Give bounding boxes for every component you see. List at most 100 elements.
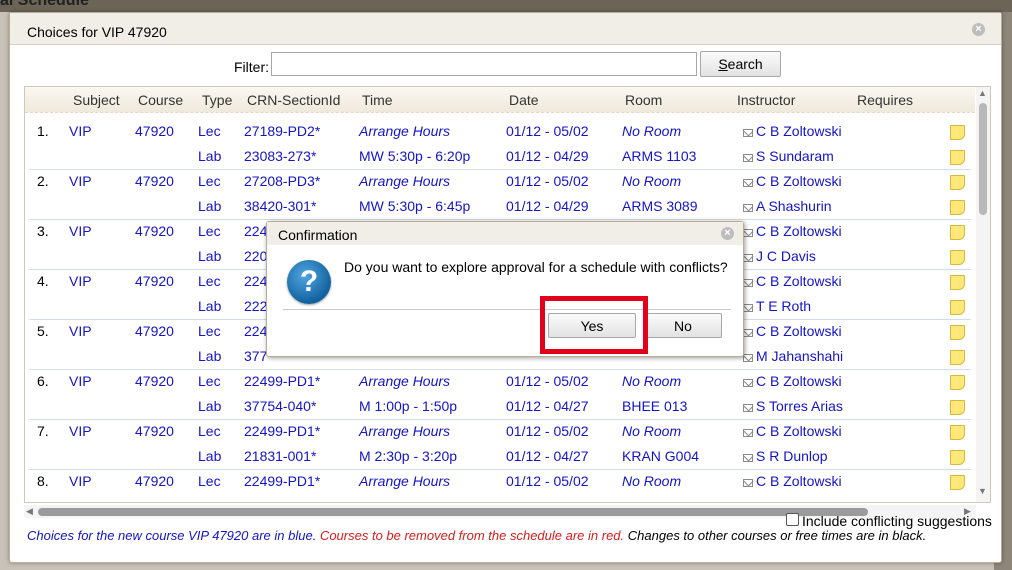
mail-icon[interactable]	[743, 179, 753, 187]
mail-icon[interactable]	[743, 429, 753, 437]
note-icon[interactable]	[950, 400, 965, 415]
confirmation-titlebar[interactable]: Confirmation ×	[267, 222, 743, 245]
cell-date: 01/12 - 05/02	[506, 123, 589, 139]
question-icon: ?	[287, 260, 331, 304]
background-page-bar	[0, 0, 1012, 12]
cell-date: 01/12 - 05/02	[506, 373, 589, 389]
cell-instructor: C B Zoltowski	[756, 223, 842, 239]
cell-subject: VIP	[69, 423, 92, 439]
mail-icon[interactable]	[743, 379, 753, 387]
cell-room: No Room	[622, 123, 682, 139]
cell-subject: VIP	[69, 473, 92, 489]
cell-type: Lab	[198, 448, 222, 464]
note-icon[interactable]	[950, 275, 965, 290]
note-icon[interactable]	[950, 175, 965, 190]
mail-icon[interactable]	[743, 354, 753, 362]
scroll-up-icon[interactable]: ▲	[978, 88, 987, 98]
mail-icon[interactable]	[743, 304, 753, 312]
search-button[interactable]: Search	[700, 51, 781, 77]
scroll-left-icon[interactable]: ◀	[26, 506, 33, 517]
cell-type: Lab	[198, 198, 222, 214]
horizontal-scroll-thumb[interactable]	[38, 508, 868, 516]
cell-type: Lab	[198, 348, 222, 364]
include-conflicting-checkbox[interactable]	[786, 513, 799, 526]
note-icon[interactable]	[950, 200, 965, 215]
cell-course: 47920	[135, 123, 174, 139]
mail-icon[interactable]	[743, 129, 753, 137]
cell-time: MW 5:30p - 6:45p	[359, 198, 471, 214]
choices-dialog-titlebar[interactable]: Choices for VIP 47920 ×	[10, 13, 1001, 45]
cell-time: M 2:30p - 3:20p	[359, 448, 458, 464]
cell-date: 01/12 - 04/27	[506, 448, 589, 464]
mail-icon[interactable]	[743, 154, 753, 162]
close-icon[interactable]: ×	[972, 23, 985, 36]
yes-button-highlight	[540, 296, 648, 354]
column-header[interactable]: Room	[625, 92, 662, 108]
column-header[interactable]: Course	[138, 92, 183, 108]
mail-icon[interactable]	[743, 329, 753, 337]
cell-subject: VIP	[69, 123, 92, 139]
cell-date: 01/12 - 04/27	[506, 398, 589, 414]
note-icon[interactable]	[950, 125, 965, 140]
vertical-scrollbar[interactable]: ▲ ▼	[976, 87, 990, 502]
cell-course: 47920	[135, 323, 174, 339]
mail-icon[interactable]	[743, 229, 753, 237]
filter-label: Filter:	[234, 59, 269, 75]
column-header[interactable]: Requires	[857, 92, 913, 108]
scroll-down-icon[interactable]: ▼	[978, 486, 987, 496]
cell-type: Lec	[198, 123, 221, 139]
column-header[interactable]: Time	[362, 92, 393, 108]
mail-icon[interactable]	[743, 279, 753, 287]
note-icon[interactable]	[950, 325, 965, 340]
cell-room: No Room	[622, 473, 682, 489]
cell-instructor: C B Zoltowski	[756, 123, 842, 139]
row-divider	[29, 169, 971, 170]
mail-icon[interactable]	[743, 204, 753, 212]
filter-input[interactable]	[271, 52, 697, 76]
cell-crn: 22499-PD1*	[244, 373, 321, 389]
mail-icon[interactable]	[743, 254, 753, 262]
note-icon[interactable]	[950, 150, 965, 165]
column-header[interactable]: Date	[509, 92, 539, 108]
cell-room: ARMS 1103	[622, 148, 697, 164]
note-icon[interactable]	[950, 475, 965, 490]
column-header[interactable]: Instructor	[737, 92, 795, 108]
cell-type: Lab	[198, 248, 222, 264]
note-icon[interactable]	[950, 375, 965, 390]
table-header: Subject Course Type CRN-SectionId Time Date Ro…	[25, 87, 975, 113]
note-icon[interactable]	[950, 300, 965, 315]
mail-icon[interactable]	[743, 404, 753, 412]
row-divider	[29, 369, 971, 370]
note-icon[interactable]	[950, 250, 965, 265]
cell-room: KRAN G004	[622, 448, 700, 464]
legend-red: Courses to be removed from the schedule …	[319, 528, 625, 543]
search-label-rest: earch	[727, 56, 763, 72]
cell-time: Arrange Hours	[359, 473, 451, 489]
column-header[interactable]: Type	[202, 92, 232, 108]
column-header[interactable]: CRN-SectionId	[247, 92, 340, 108]
note-icon[interactable]	[950, 425, 965, 440]
cell-time: Arrange Hours	[359, 423, 451, 439]
mail-icon[interactable]	[743, 479, 753, 487]
cell-crn: 22499-PD1*	[244, 473, 321, 489]
cell-room: No Room	[622, 173, 682, 189]
mail-icon[interactable]	[743, 454, 753, 462]
column-header[interactable]: Subject	[73, 92, 120, 108]
cell-course: 47920	[135, 273, 174, 289]
note-icon[interactable]	[950, 450, 965, 465]
cell-crn: 377	[244, 348, 268, 364]
cell-crn: 22499-PD1*	[244, 423, 321, 439]
cell-course: 47920	[135, 423, 174, 439]
note-icon[interactable]	[950, 350, 965, 365]
cell-type: Lec	[198, 323, 221, 339]
note-icon[interactable]	[950, 225, 965, 240]
cell-crn: 37754-040*	[244, 398, 317, 414]
no-button[interactable]: No	[644, 313, 722, 338]
cell-crn: 224	[244, 273, 268, 289]
vertical-scroll-thumb[interactable]	[979, 103, 987, 215]
close-icon[interactable]: ×	[721, 227, 734, 240]
cell-crn: 27189-PD2*	[244, 123, 321, 139]
background-page-title: al Schedule	[0, 0, 89, 9]
cell-instructor: S R Dunlop	[756, 448, 828, 464]
cell-date: 01/12 - 05/02	[506, 173, 589, 189]
